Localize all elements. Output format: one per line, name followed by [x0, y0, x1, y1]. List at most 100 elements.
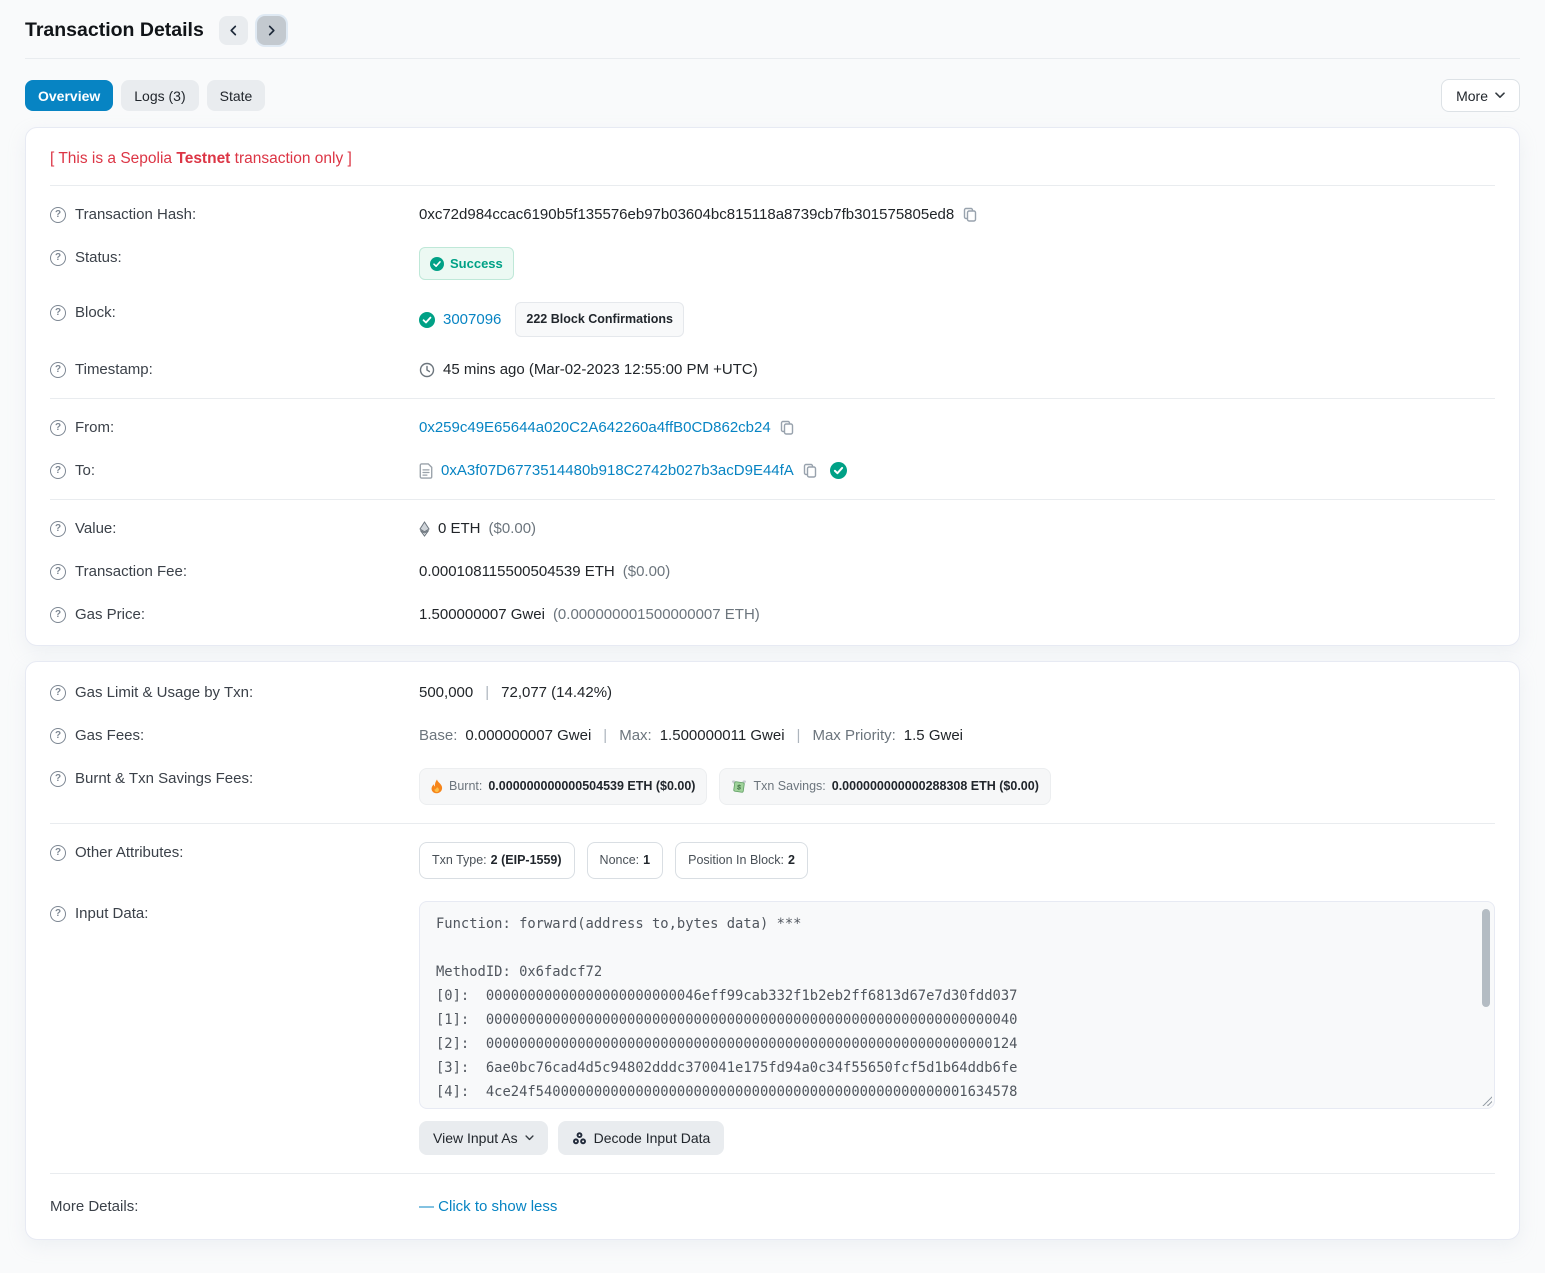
divider — [50, 398, 1495, 399]
max-priority-fee-label: Max Priority: — [812, 725, 895, 746]
help-icon[interactable]: ? — [50, 362, 66, 378]
copy-icon — [962, 207, 978, 223]
input-data-textarea[interactable]: Function: forward(address to,bytes data)… — [419, 901, 1495, 1109]
chevron-left-icon — [228, 25, 239, 36]
to-address-link[interactable]: 0xA3f07D6773514480b918C2742b027b3acD9E44… — [441, 460, 794, 481]
copy-to-address-button[interactable] — [802, 463, 818, 479]
help-icon[interactable]: ? — [50, 607, 66, 623]
help-icon[interactable]: ? — [50, 521, 66, 537]
row-input-data: ? Input Data: Function: forward(address … — [26, 890, 1519, 1166]
tab-state[interactable]: State — [207, 80, 266, 111]
max-fee-label: Max: — [619, 725, 652, 746]
transaction-fee-usd: ($0.00) — [623, 561, 671, 582]
next-transaction-button[interactable] — [257, 16, 286, 45]
clock-icon — [419, 362, 435, 378]
help-icon[interactable]: ? — [50, 305, 66, 321]
row-transaction-hash: ? Transaction Hash: 0xc72d984ccac6190b5f… — [26, 193, 1519, 236]
testnet-warning: [ This is a Sepolia Testnet transaction … — [26, 137, 1519, 178]
row-other-attributes: ? Other Attributes: Txn Type: 2 (EIP-155… — [26, 831, 1519, 890]
help-icon[interactable]: ? — [50, 207, 66, 223]
input-data-label: Input Data: — [75, 903, 148, 924]
copy-hash-button[interactable] — [962, 207, 978, 223]
check-circle-icon — [430, 257, 444, 271]
from-address-link[interactable]: 0x259c49E65644a020C2A642260a4ffB0CD862cb… — [419, 417, 771, 438]
timestamp-value: 45 mins ago (Mar-02-2023 12:55:00 PM +UT… — [443, 359, 758, 380]
row-gas-limit: ? Gas Limit & Usage by Txn: 500,000 | 72… — [26, 671, 1519, 714]
gas-fees-label: Gas Fees: — [75, 725, 144, 746]
from-label: From: — [75, 417, 114, 438]
view-input-as-label: View Input As — [433, 1130, 518, 1146]
help-icon[interactable]: ? — [50, 728, 66, 744]
copy-from-address-button[interactable] — [779, 420, 795, 436]
overview-card: [ This is a Sepolia Testnet transaction … — [25, 127, 1520, 646]
row-timestamp: ? Timestamp: 45 mins ago (Mar-02-2023 12… — [26, 348, 1519, 391]
gas-price-eth: (0.000000001500000007 ETH) — [553, 604, 760, 625]
help-icon[interactable]: ? — [50, 845, 66, 861]
flame-icon — [431, 779, 443, 794]
resize-handle[interactable] — [1481, 1095, 1492, 1106]
help-icon[interactable]: ? — [50, 463, 66, 479]
block-label: Block: — [75, 302, 116, 323]
divider — [50, 823, 1495, 824]
more-button[interactable]: More — [1441, 79, 1520, 112]
status-badge-label: Success — [450, 253, 503, 274]
separator: | — [599, 725, 611, 746]
decode-input-data-label: Decode Input Data — [594, 1130, 711, 1146]
base-fee-value: 0.000000007 Gwei — [465, 725, 591, 746]
block-confirmations-badge: 222 Block Confirmations — [515, 302, 684, 337]
help-icon[interactable]: ? — [50, 564, 66, 580]
position-in-block-value: 2 — [788, 850, 795, 871]
gas-price-label: Gas Price: — [75, 604, 145, 625]
nonce-value: 1 — [643, 850, 650, 871]
chevron-down-icon — [525, 1135, 534, 1141]
block-number-link[interactable]: 3007096 — [443, 309, 501, 330]
gas-limit-value: 500,000 — [419, 682, 473, 703]
help-icon[interactable]: ? — [50, 420, 66, 436]
row-block: ? Block: 3007096 222 Block Confirmations — [26, 291, 1519, 348]
row-value: ? Value: 0 ETH ($0.00) — [26, 507, 1519, 550]
more-details-label: More Details: — [50, 1196, 138, 1217]
row-to: ? To: 0xA3f07D6773514480b918C2742b027b3a… — [26, 449, 1519, 492]
transaction-hash-value: 0xc72d984ccac6190b5f135576eb97b03604bc81… — [419, 204, 954, 225]
previous-transaction-button[interactable] — [219, 16, 248, 45]
contract-icon — [419, 463, 433, 479]
tab-logs[interactable]: Logs (3) — [121, 80, 198, 111]
other-attributes-label: Other Attributes: — [75, 842, 183, 863]
help-icon[interactable]: ? — [50, 906, 66, 922]
view-input-as-button[interactable]: View Input As — [419, 1121, 548, 1155]
position-in-block-badge: Position In Block: 2 — [675, 842, 808, 879]
row-transaction-fee: ? Transaction Fee: 0.000108115500504539 … — [26, 550, 1519, 593]
burnt-fee-badge: Burnt: 0.000000000000504539 ETH ($0.00) — [419, 768, 707, 805]
decode-icon — [572, 1131, 587, 1146]
scrollbar-thumb[interactable] — [1482, 909, 1490, 1007]
divider — [50, 185, 1495, 186]
help-icon[interactable]: ? — [50, 250, 66, 266]
show-less-link[interactable]: — Click to show less — [419, 1196, 557, 1217]
tabs: Overview Logs (3) State — [25, 80, 265, 111]
chevron-down-icon — [1495, 92, 1505, 99]
help-icon[interactable]: ? — [50, 771, 66, 787]
help-icon[interactable]: ? — [50, 685, 66, 701]
txn-savings-badge: $ Txn Savings: 0.000000000000288308 ETH … — [719, 768, 1050, 805]
transaction-details-page: Transaction Details Overview Logs (3) St… — [0, 0, 1545, 1273]
status-badge: Success — [419, 247, 514, 280]
gas-limit-label: Gas Limit & Usage by Txn: — [75, 682, 253, 703]
divider — [50, 499, 1495, 500]
transaction-hash-label: Transaction Hash: — [75, 204, 196, 225]
timestamp-label: Timestamp: — [75, 359, 153, 380]
value-amount: 0 ETH — [438, 518, 481, 539]
decode-input-data-button[interactable]: Decode Input Data — [558, 1121, 725, 1155]
nonce-badge: Nonce: 1 — [587, 842, 664, 879]
txn-savings-value: 0.000000000000288308 ETH ($0.00) — [832, 776, 1039, 797]
row-gas-fees: ? Gas Fees: Base: 0.000000007 Gwei | Max… — [26, 714, 1519, 757]
eth-icon — [419, 521, 430, 537]
input-data-scrollbar[interactable] — [1480, 904, 1492, 1106]
tab-overview[interactable]: Overview — [25, 80, 113, 111]
value-label: Value: — [75, 518, 116, 539]
tabs-row: Overview Logs (3) State More — [25, 79, 1520, 112]
burnt-fee-value: 0.000000000000504539 ETH ($0.00) — [488, 776, 695, 797]
transaction-fee-label: Transaction Fee: — [75, 561, 187, 582]
txn-type-label: Txn Type: — [432, 850, 487, 871]
verified-check-icon — [830, 462, 847, 479]
to-label: To: — [75, 460, 95, 481]
